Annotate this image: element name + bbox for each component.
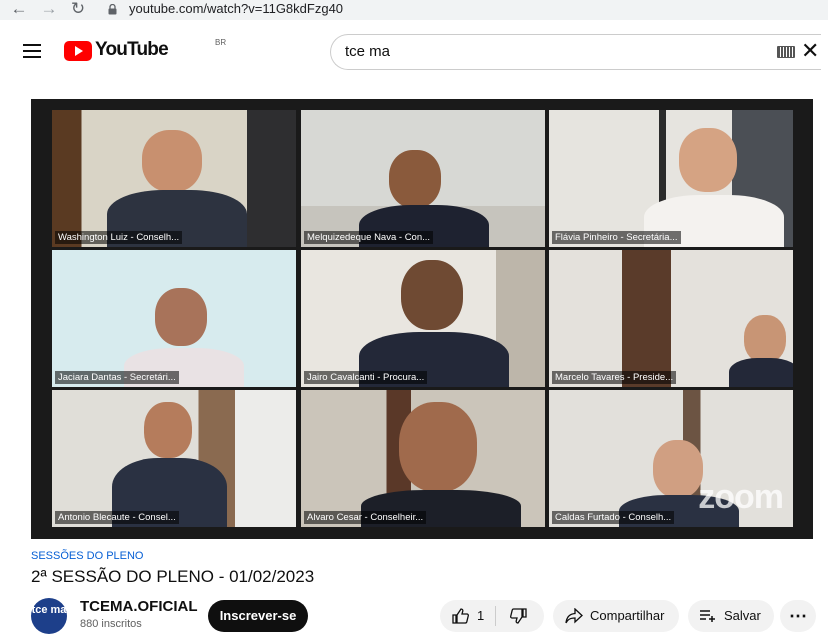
- browser-toolbar: ← → ↻ youtube.com/watch?v=11G8kdFzg40: [0, 0, 828, 21]
- participant-tile-active-speaker: Alvaro Cesar - Conselheir...: [301, 390, 545, 527]
- share-label: Compartilhar: [590, 608, 665, 623]
- like-count: 1: [477, 608, 485, 623]
- video-title: 2ª SESSÃO DO PLENO - 01/02/2023: [31, 567, 315, 586]
- share-icon: [565, 608, 583, 624]
- thumbs-up-icon: [452, 608, 469, 624]
- participant-name: Marcelo Tavares - Preside...: [552, 371, 677, 384]
- back-arrow-icon[interactable]: ←: [8, 0, 30, 20]
- channel-avatar-text: tce ma: [31, 604, 67, 616]
- video-player[interactable]: Washington Luiz - Conselh... Melquizedeq…: [31, 99, 813, 539]
- keyboard-icon[interactable]: [777, 46, 795, 58]
- thumbs-down-icon: [510, 608, 527, 624]
- subscriber-count: 880 inscritos: [80, 618, 142, 630]
- like-dislike-group: 1: [440, 600, 544, 632]
- participant-name: Flávia Pinheiro - Secretária...: [552, 231, 681, 244]
- dislike-button[interactable]: [496, 600, 544, 632]
- participant-tile: Antonio Blecaute - Consel...: [52, 390, 296, 527]
- channel-name[interactable]: TCEMA.OFICIAL: [80, 598, 198, 615]
- participant-name: Jaciara Dantas - Secretári...: [55, 371, 179, 384]
- youtube-header: YouTube BR tce ma ✕: [0, 20, 828, 80]
- video-category-link[interactable]: SESSÕES DO PLENO: [31, 550, 143, 562]
- url-text[interactable]: youtube.com/watch?v=11G8kdFzg40: [129, 0, 343, 18]
- more-horizontal-icon: ⋯: [789, 606, 807, 626]
- participant-tile: Melquizedeque Nava - Con...: [301, 110, 545, 247]
- participant-name: Caldas Furtado - Conselh...: [552, 511, 675, 524]
- more-actions-button[interactable]: ⋯: [780, 600, 816, 632]
- participant-name: Washington Luiz - Conselh...: [55, 231, 183, 244]
- search-input[interactable]: tce ma ✕: [330, 34, 821, 70]
- save-button[interactable]: Salvar: [688, 600, 774, 632]
- logo-text: YouTube: [95, 39, 169, 60]
- lock-icon[interactable]: [108, 4, 117, 15]
- participant-tile: Flávia Pinheiro - Secretária...: [549, 110, 793, 247]
- zoom-watermark: zoom: [698, 478, 784, 516]
- reload-icon[interactable]: ↻: [67, 0, 89, 20]
- participant-tile: Jaciara Dantas - Secretári...: [52, 250, 296, 387]
- participant-name: Antonio Blecaute - Consel...: [55, 511, 179, 524]
- save-playlist-icon: [700, 610, 715, 622]
- participant-tile: Marcelo Tavares - Preside...: [549, 250, 793, 387]
- participant-tile: Washington Luiz - Conselh...: [52, 110, 296, 247]
- address-bar[interactable]: youtube.com/watch?v=11G8kdFzg40: [98, 0, 828, 20]
- clear-search-icon[interactable]: ✕: [801, 39, 819, 63]
- subscribe-button[interactable]: Inscrever-se: [208, 600, 308, 632]
- search-query[interactable]: tce ma: [345, 43, 390, 60]
- share-button[interactable]: Compartilhar: [553, 600, 679, 632]
- participant-name: Alvaro Cesar - Conselheir...: [304, 511, 427, 524]
- forward-arrow-icon[interactable]: →: [38, 0, 60, 20]
- region-code: BR: [215, 38, 227, 47]
- participant-name: Melquizedeque Nava - Con...: [304, 231, 434, 244]
- save-label: Salvar: [724, 608, 761, 623]
- like-button[interactable]: 1: [440, 600, 495, 632]
- participant-name: Jairo Cavalcanti - Procura...: [304, 371, 428, 384]
- participant-tile: Jairo Cavalcanti - Procura...: [301, 250, 545, 387]
- hamburger-menu-icon[interactable]: [23, 44, 41, 58]
- channel-avatar[interactable]: tce ma: [31, 598, 67, 634]
- youtube-play-icon: [64, 41, 92, 61]
